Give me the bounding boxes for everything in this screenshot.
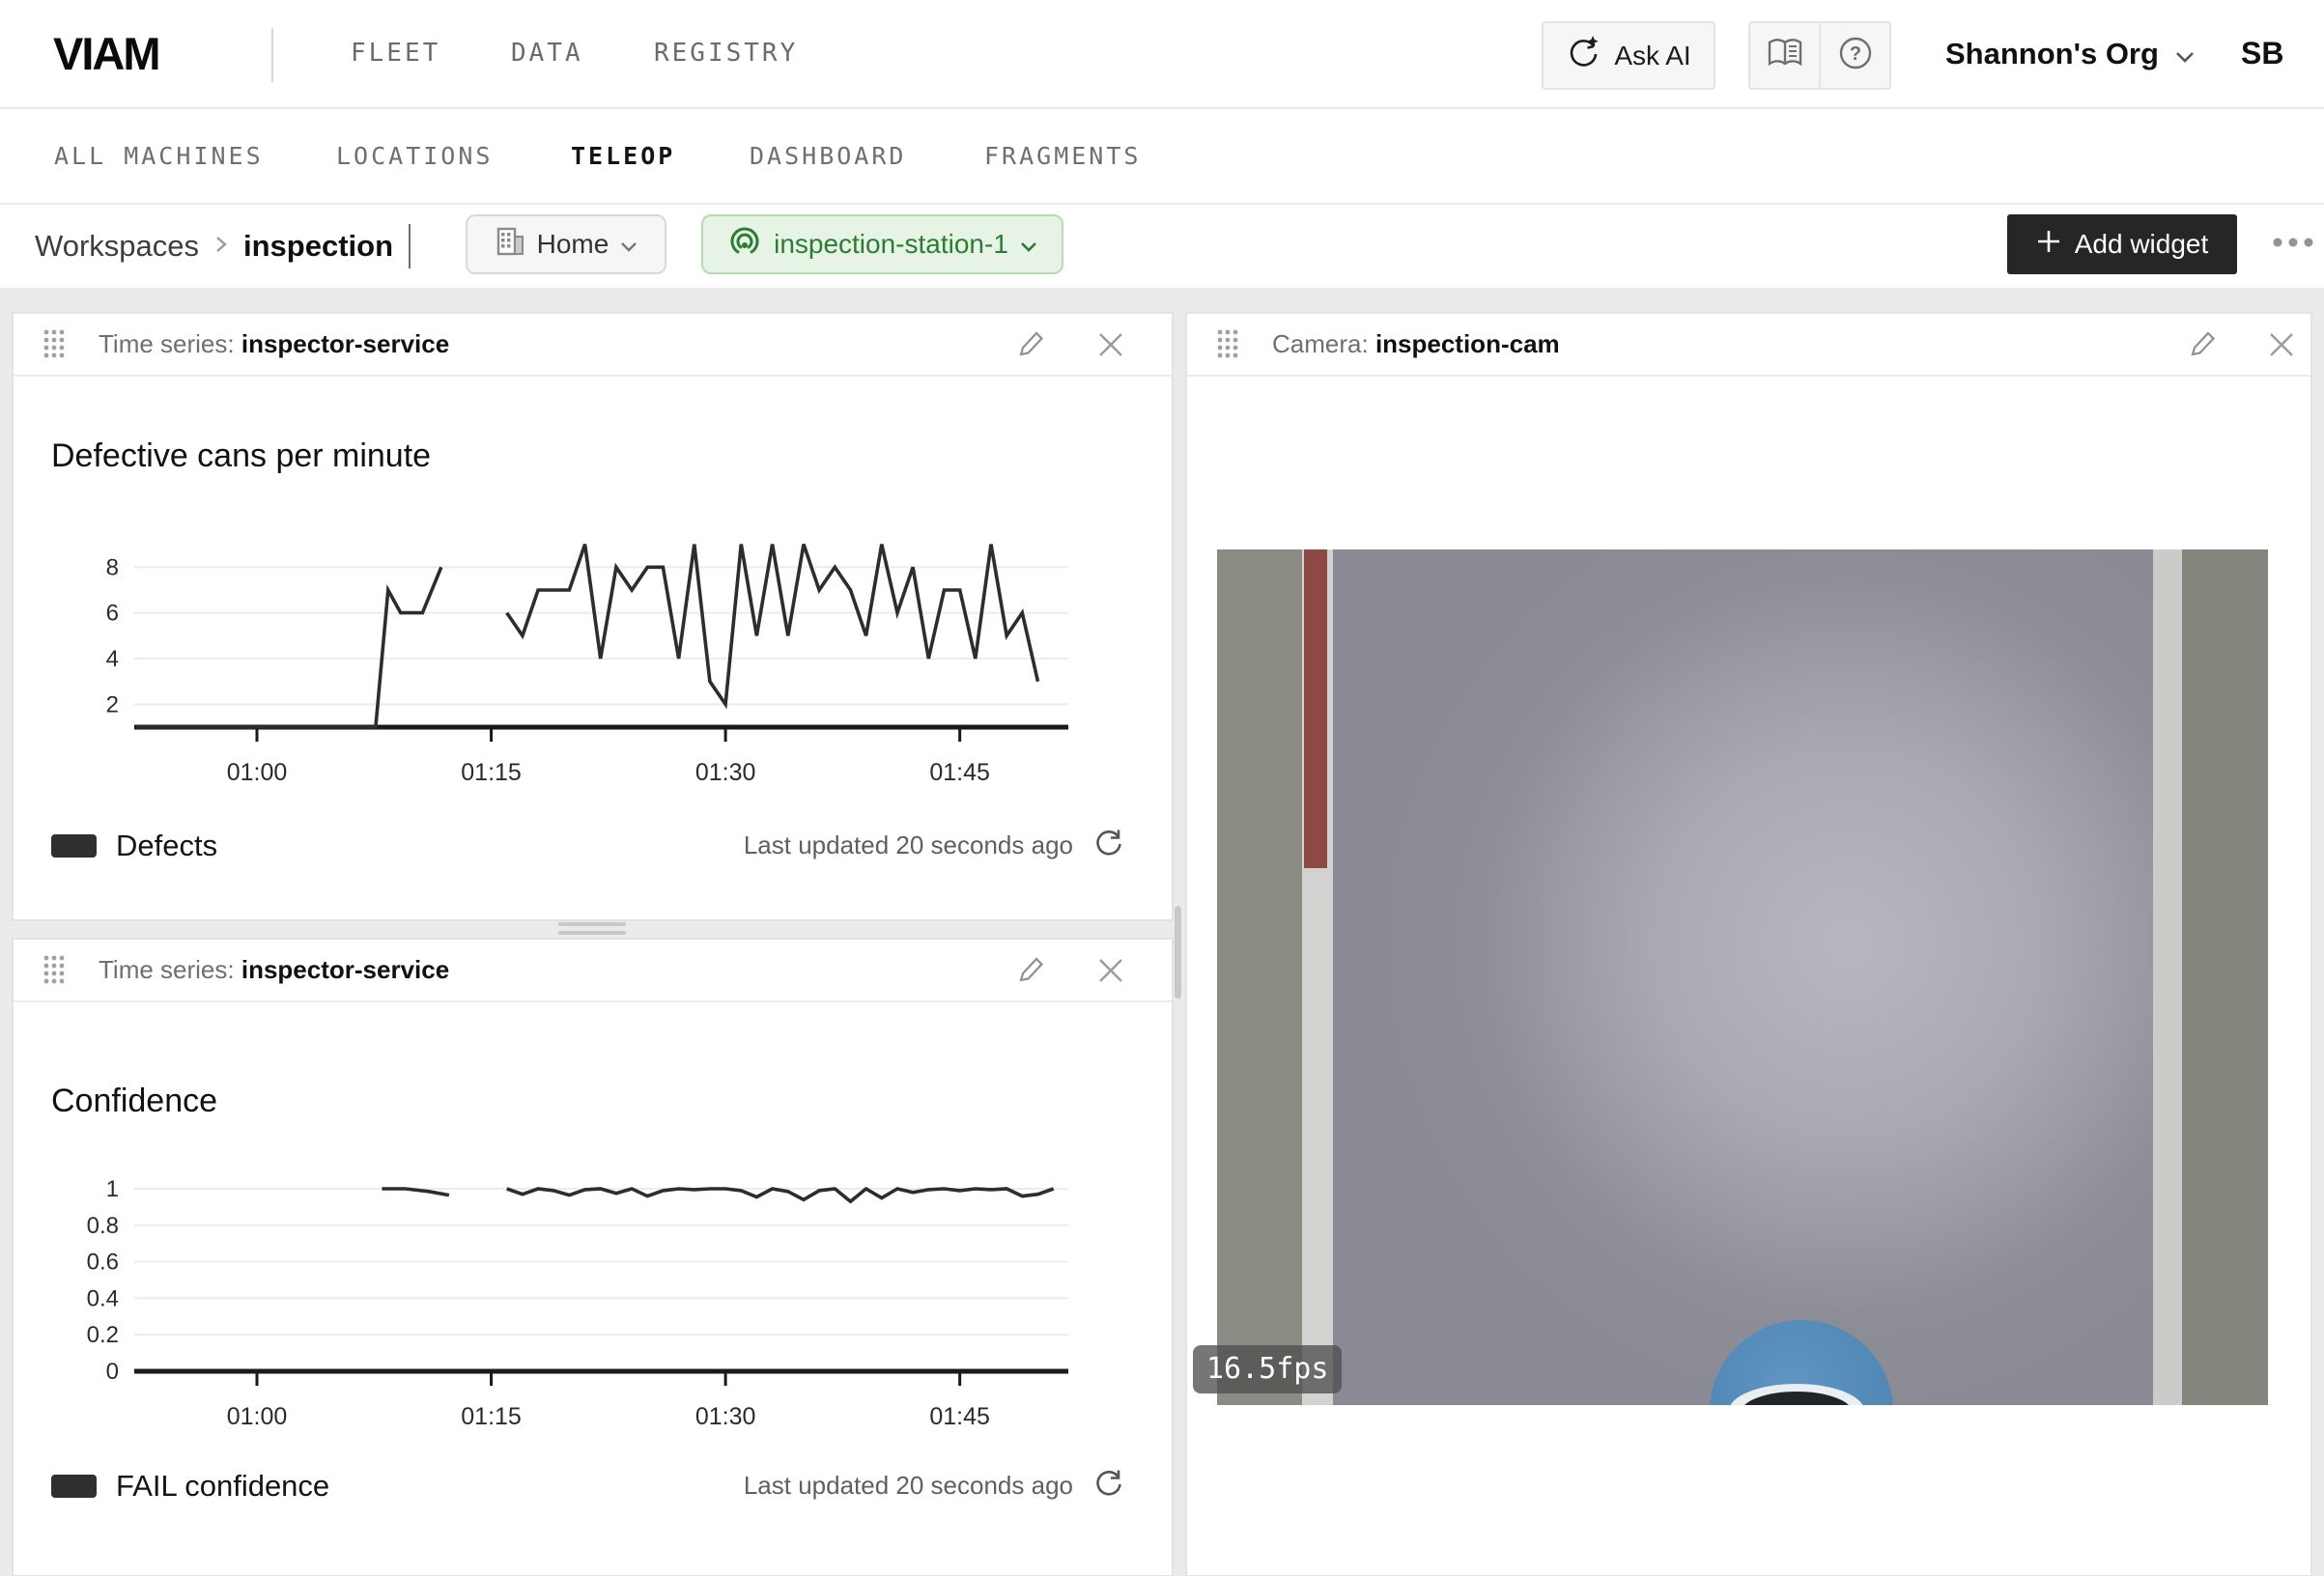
add-widget-button[interactable]: Add widget (2007, 214, 2237, 274)
legend-swatch (51, 1475, 97, 1498)
add-widget-label: Add widget (2075, 229, 2209, 260)
edit-widget-button[interactable] (2184, 327, 2219, 362)
nav-link-data[interactable]: DATA (511, 0, 583, 107)
breadcrumb: Workspaces inspection (35, 205, 411, 288)
can-top (1710, 1320, 1893, 1405)
fleet-subnav: ALL MACHINES LOCATIONS TELEOP DASHBOARD … (0, 109, 2324, 205)
org-name: Shannon's Org (1945, 37, 2159, 71)
legend: FAIL confidence (51, 1469, 329, 1504)
avatar[interactable]: SB (2241, 0, 2283, 107)
widget-title: Camera: inspection-cam (1272, 314, 1560, 375)
viam-app: VIAM FLEET DATA REGISTRY Ask AI (0, 0, 2324, 1576)
help-button[interactable]: ? (1821, 23, 1889, 88)
svg-text:01:30: 01:30 (695, 759, 756, 786)
tab-dashboard[interactable]: DASHBOARD (750, 109, 906, 203)
legend: Defects (51, 829, 217, 863)
svg-text:0.2: 0.2 (87, 1322, 119, 1348)
chevron-right-icon (214, 235, 228, 259)
location-label: Home (537, 229, 609, 260)
last-updated: Last updated 20 seconds ago (744, 826, 1125, 865)
question-icon: ? (1837, 35, 1874, 76)
svg-text:2: 2 (106, 691, 119, 718)
row-resize-handle[interactable] (558, 922, 626, 938)
org-switcher[interactable]: Shannon's Org (1945, 0, 2196, 107)
overflow-menu-button[interactable] (2266, 214, 2320, 274)
svg-text:?: ? (1849, 43, 1860, 65)
svg-text:01:45: 01:45 (929, 759, 990, 786)
machine-label: inspection-station-1 (774, 229, 1008, 260)
svg-text:0.4: 0.4 (87, 1285, 119, 1311)
svg-text:8: 8 (106, 554, 119, 580)
svg-text:01:30: 01:30 (695, 1403, 756, 1430)
legend-swatch (51, 834, 97, 858)
chevron-down-icon (620, 229, 638, 260)
legend-label: Defects (116, 829, 217, 863)
docs-button[interactable] (1750, 23, 1819, 88)
svg-text:0.8: 0.8 (87, 1213, 119, 1239)
chevron-down-icon (2174, 37, 2196, 71)
ask-ai-button[interactable]: Ask AI (1542, 21, 1715, 90)
svg-text:1: 1 (106, 1176, 119, 1202)
legend-label: FAIL confidence (116, 1469, 329, 1504)
chevron-down-icon (1020, 229, 1037, 260)
top-header: VIAM FLEET DATA REGISTRY Ask AI (0, 0, 2324, 109)
svg-text:01:00: 01:00 (227, 759, 288, 786)
svg-text:01:15: 01:15 (461, 1403, 522, 1430)
book-icon (1766, 36, 1804, 75)
last-updated: Last updated 20 seconds ago (744, 1466, 1125, 1506)
widget-camera: Camera: inspection-cam 16.5fps (1185, 312, 2312, 1576)
workspace-name-input[interactable]: inspection (243, 229, 393, 264)
workspace-toolbar: Workspaces inspection Home (0, 205, 2324, 288)
svg-text:01:15: 01:15 (461, 759, 522, 786)
tab-fragments[interactable]: FRAGMENTS (984, 109, 1141, 203)
widget-timeseries-confidence: Time series: inspector-service Confidenc… (12, 938, 1174, 1576)
svg-text:4: 4 (106, 646, 119, 672)
sparkle-refresh-icon (1566, 34, 1602, 77)
conveyor-edge-right (2182, 549, 2268, 1405)
logo-divider (271, 28, 273, 82)
svg-text:01:00: 01:00 (227, 1403, 288, 1430)
column-resize-handle[interactable] (1175, 906, 1181, 999)
ellipsis-icon (2272, 236, 2314, 253)
fps-badge: 16.5fps (1193, 1345, 1342, 1393)
camera-feed (1217, 549, 2268, 1405)
building-icon (495, 225, 525, 265)
svg-text:6: 6 (106, 601, 119, 627)
widget-timeseries-defects: Time series: inspector-service Defective… (12, 312, 1174, 921)
widget-header: Camera: inspection-cam (1187, 314, 2310, 377)
viam-logo[interactable]: VIAM (53, 27, 159, 80)
ask-ai-label: Ask AI (1614, 41, 1690, 71)
drag-handle-icon[interactable] (1216, 328, 1239, 365)
conveyor-edge-left (1217, 549, 1302, 1405)
text-cursor (409, 224, 411, 268)
breadcrumb-workspaces[interactable]: Workspaces (35, 229, 199, 264)
svg-text:01:45: 01:45 (929, 1403, 990, 1430)
tab-all-machines[interactable]: ALL MACHINES (54, 109, 264, 203)
refresh-button[interactable] (1092, 826, 1125, 865)
tab-teleop[interactable]: TELEOP (571, 109, 675, 203)
machine-selector[interactable]: inspection-station-1 (701, 214, 1063, 274)
svg-text:0: 0 (106, 1359, 119, 1385)
location-selector[interactable]: Home (466, 214, 666, 274)
plus-icon (2036, 229, 2061, 261)
help-icon-group: ? (1748, 21, 1891, 90)
nav-link-registry[interactable]: REGISTRY (654, 0, 798, 107)
close-widget-icon[interactable] (2264, 327, 2299, 362)
machine-online-icon (727, 224, 762, 266)
tab-locations[interactable]: LOCATIONS (336, 109, 493, 203)
conveyor-rail-right (2153, 549, 2182, 1405)
nav-link-fleet[interactable]: FLEET (351, 0, 440, 107)
svg-text:0.6: 0.6 (87, 1250, 119, 1276)
refresh-button[interactable] (1092, 1466, 1125, 1506)
red-marker-bar (1304, 549, 1327, 868)
